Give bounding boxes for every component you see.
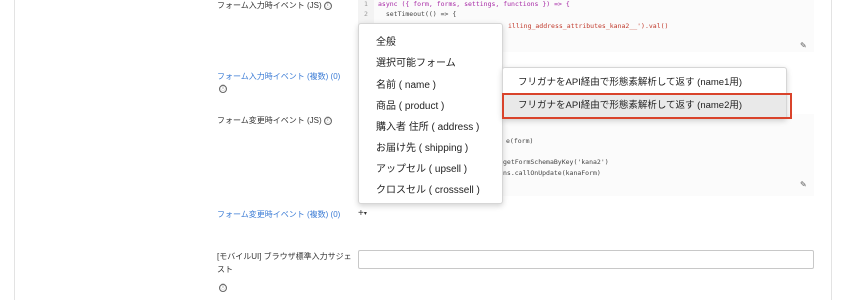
submenu-item-name1[interactable]: フリガナをAPI経由で形態素解析して返す (name1用) [503,71,786,95]
mobile-autosuggest-label: [モバイルUI] ブラウザ標準入力サジェスト [217,252,352,274]
code-line: async ({ form, forms, settings, function… [378,0,570,8]
menu-item-shipping[interactable]: お届け先 ( shipping ) [376,139,468,154]
menu-item-product[interactable]: 商品 ( product ) [376,97,444,112]
snippet-category-menu: 全般 選択可能フォーム 名前 ( name ) 商品 ( product ) 購… [358,23,503,204]
menu-item-crosssell[interactable]: クロスセル ( crosssell ) [376,181,480,196]
panel-right-border [831,0,832,300]
form-change-event-label-text: フォーム変更時イベント (JS) [217,116,322,125]
form-input-event-label: フォーム入力時イベント (JS) ⓘ [217,0,332,12]
menu-item-selectable-form[interactable]: 選択可能フォーム [376,54,456,69]
menu-item-upsell[interactable]: アップセル ( upsell ) [376,160,467,175]
form-change-event-label: フォーム変更時イベント (JS) ⓘ [217,115,332,127]
form-input-event-label-text: フォーム入力時イベント (JS) [217,1,322,10]
code-line: e(form) [506,137,534,145]
line-number: 2 [364,10,368,18]
code-line: ns.callOnUpdate(kanaForm) [503,169,601,177]
code-line: setTimeout(() => { [378,10,457,18]
form-input-event-multi-link[interactable]: フォーム入力時イベント (複数) (0) [217,71,340,83]
code-line: getFormSchemaByKey('kana2') [503,158,609,166]
highlight-annotation-box [502,93,792,119]
menu-item-name[interactable]: 名前 ( name ) [376,76,436,91]
menu-item-general[interactable]: 全般 [376,33,396,48]
edit-pencil-icon[interactable]: ✎ [800,180,807,189]
caret-down-icon: ▾ [363,210,367,217]
add-snippet-button[interactable]: +▾ [358,208,367,219]
menu-item-address[interactable]: 購入者 住所 ( address ) [376,118,479,133]
mobile-autosuggest-input[interactable] [358,250,814,269]
edit-pencil-icon[interactable]: ✎ [800,41,807,50]
line-number: 1 [364,0,368,8]
form-change-event-multi-link[interactable]: フォーム変更時イベント (複数) (0) [217,209,340,221]
code-line: illing_address_attributes_kana2__').val(… [508,22,669,30]
info-icon[interactable]: ⓘ [323,116,332,125]
info-icon[interactable]: ⓘ [219,85,227,93]
panel-left-border [14,0,15,300]
info-icon[interactable]: ⓘ [323,1,332,10]
info-icon[interactable]: ⓘ [219,284,227,292]
